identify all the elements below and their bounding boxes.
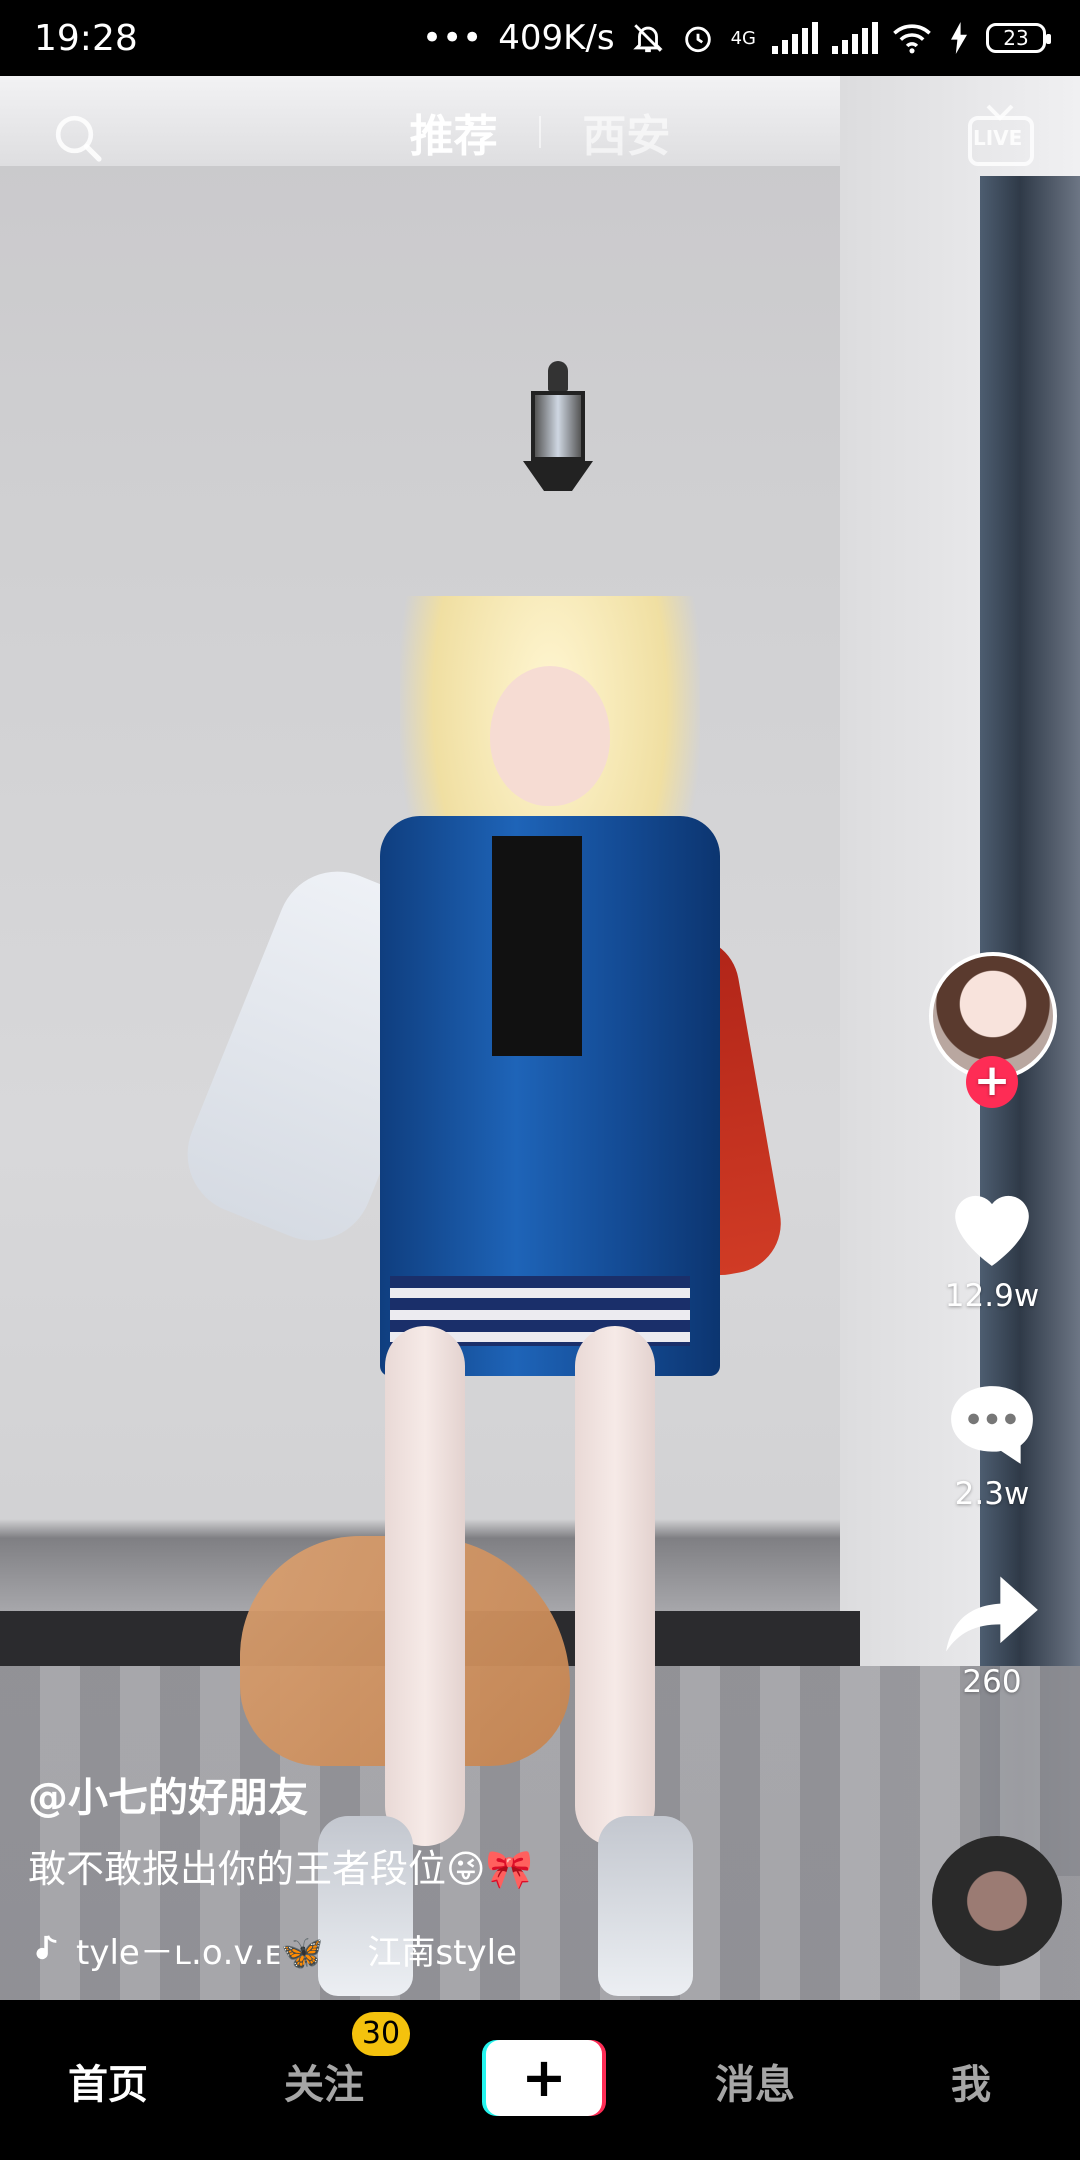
following-badge: 30 — [352, 2012, 410, 2056]
wifi-icon — [893, 24, 931, 54]
like-count: 12.9w — [944, 1278, 1040, 1314]
video-leg-left — [385, 1326, 465, 1846]
feed-tabs: 推荐 西安 — [0, 100, 1080, 164]
signal-icon — [772, 22, 818, 54]
comment-action[interactable]: 2.3w — [922, 1378, 1062, 1512]
comment-count: 2.3w — [954, 1476, 1030, 1512]
nav-me[interactable]: 我 — [951, 2052, 991, 2110]
status-bar: 19:28 ••• 409K/s 4G 23 — [0, 0, 1080, 76]
plus-icon: + — [486, 2040, 602, 2116]
music-row[interactable]: tyle－ʟ.ᴏ.ᴠ.ᴇ🦋 江南style — [28, 1925, 517, 1974]
clock: 19:28 — [34, 17, 138, 59]
nav-following[interactable]: 关注 — [284, 2052, 364, 2110]
video-player[interactable] — [0, 76, 1080, 2000]
comment-icon — [951, 1386, 1033, 1464]
share-count: 260 — [962, 1664, 1022, 1700]
video-description: 敢不敢报出你的王者段位😜🎀 — [28, 1847, 533, 1891]
video-leg-right — [575, 1326, 655, 1846]
tab-divider — [539, 116, 541, 148]
net-speed: 409K/s — [498, 18, 615, 58]
video-lamp — [518, 361, 598, 511]
mute-icon — [632, 24, 663, 53]
creator-avatar-group: + — [922, 952, 1062, 1112]
tab-recommend[interactable]: 推荐 — [410, 100, 498, 164]
create-button[interactable]: + — [482, 2040, 606, 2116]
top-nav: 推荐 西安 LIVE — [0, 100, 1080, 180]
status-icons: ••• 409K/s 4G 23 — [422, 18, 1051, 58]
like-action[interactable]: 12.9w — [922, 1180, 1062, 1314]
tab-local[interactable]: 西安 — [582, 100, 670, 164]
video-face — [490, 666, 610, 806]
video-top — [492, 836, 582, 1056]
battery-indicator: 23 — [986, 23, 1051, 53]
bottom-nav: 首页 关注 30 + 消息 我 — [0, 2000, 1080, 2160]
share-action[interactable]: 260 — [922, 1572, 1062, 1700]
music-disc[interactable] — [932, 1836, 1062, 1966]
alarm-icon — [684, 26, 711, 53]
live-button[interactable]: LIVE — [966, 102, 1036, 168]
nav-messages[interactable]: 消息 — [715, 2052, 795, 2110]
charging-icon — [951, 22, 967, 54]
more-dots-icon: ••• — [422, 18, 483, 58]
follow-button[interactable]: + — [966, 1056, 1018, 1108]
music-artist: tyle－ʟ.ᴏ.ᴠ.ᴇ🦋 — [76, 1933, 324, 1973]
music-title: 江南style — [367, 1933, 517, 1973]
heart-icon — [955, 1195, 1029, 1266]
username[interactable]: @小七的好朋友 — [28, 1765, 308, 1823]
nav-home[interactable]: 首页 — [68, 2052, 148, 2110]
live-label: LIVE — [973, 126, 1023, 150]
music-note-icon — [36, 1934, 57, 1959]
network-type: 4G — [730, 27, 756, 49]
signal-icon-2 — [832, 22, 878, 54]
share-arrow-icon — [946, 1576, 1038, 1652]
video-shoe-right — [598, 1816, 693, 1996]
